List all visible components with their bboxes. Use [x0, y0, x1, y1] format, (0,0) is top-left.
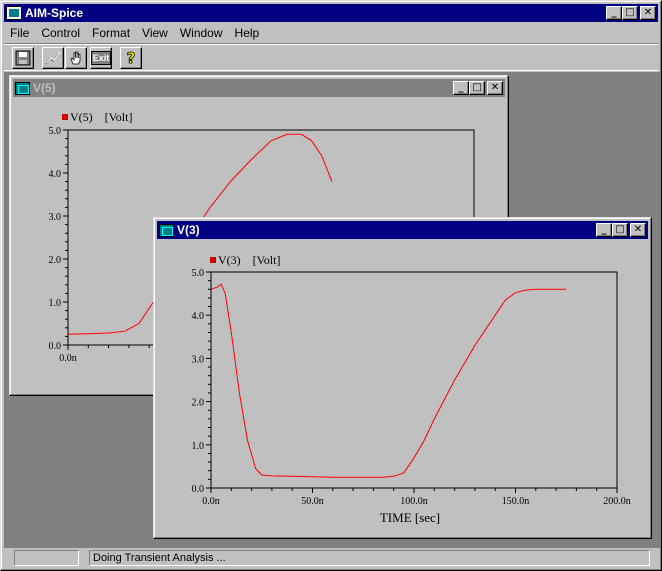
plot-window-icon[interactable]: [15, 81, 30, 95]
plot-window-v5-titlebar[interactable]: V(5) _ □ ✕: [13, 79, 505, 97]
minimize-icon: _: [611, 7, 617, 18]
hand-icon: [70, 51, 81, 65]
maximize-icon: □: [615, 224, 625, 235]
menu-file[interactable]: File: [4, 26, 35, 40]
close-icon: ✕: [490, 82, 500, 93]
status-panel-left: [14, 550, 79, 566]
x-tick-label: 50.0n: [301, 496, 324, 507]
maximize-button[interactable]: □: [469, 81, 485, 95]
y-tick-label: 5.0: [192, 268, 205, 279]
legend-swatch: [210, 257, 216, 263]
menu-help[interactable]: Help: [229, 26, 266, 40]
legend-label: V(3) [Volt]: [218, 253, 280, 267]
x-tick-label: 100.0n: [400, 496, 428, 507]
mdi-workspace: V(5) _ □ ✕ V(5) [Volt] 0.0 1.0 2.0 3.0 4.0 5.…: [4, 72, 660, 548]
aim-spice-app-icon[interactable]: [6, 6, 22, 20]
help-button[interactable]: ?: [120, 47, 142, 69]
plot-window-v3[interactable]: V(3) _ □ ✕ V(3) [Volt] 0.0 1.0 2.0 3.0 4.0 5.…: [153, 217, 652, 539]
y-tick-label: 2.0: [49, 255, 62, 266]
help-icon: ?: [126, 49, 136, 68]
menu-control[interactable]: Control: [35, 26, 86, 40]
exit-icon: Exit: [90, 51, 112, 65]
status-message: Doing Transient Analysis ...: [89, 550, 650, 566]
x-tick-label: 200.0n: [603, 496, 631, 507]
status-bar: Doing Transient Analysis ...: [4, 549, 658, 568]
y-tick-label: 0.0: [49, 341, 62, 352]
close-icon: ✕: [633, 224, 643, 235]
series-line-v3: [210, 283, 567, 478]
minimize-button[interactable]: _: [596, 223, 612, 237]
x-tick-label: 0.0n: [59, 353, 77, 364]
plot-window-v3-titlebar[interactable]: V(3) _ □ ✕: [157, 221, 648, 239]
plot-window-title: V(3): [177, 223, 200, 237]
y-tick-label: 4.0: [192, 311, 205, 322]
x-axis-label: TIME [sec]: [380, 510, 440, 525]
close-icon: ✕: [643, 7, 653, 18]
maximize-button[interactable]: □: [622, 6, 638, 20]
save-icon: [15, 50, 31, 66]
menu-view[interactable]: View: [136, 26, 174, 40]
plot-frame: [210, 271, 618, 489]
plot-window-title: V(5): [33, 81, 56, 95]
menu-format[interactable]: Format: [86, 26, 136, 40]
y-tick-label: 2.0: [192, 398, 205, 409]
plot-button[interactable]: [42, 47, 64, 69]
pan-button[interactable]: [65, 47, 87, 69]
x-tick-label: 150.0n: [502, 496, 530, 507]
app-window: AIM-Spice _ □ ✕ File Control Format View…: [0, 0, 662, 571]
legend-swatch: [62, 114, 68, 120]
menu-window[interactable]: Window: [174, 26, 229, 40]
chart-v3[interactable]: V(3) [Volt] 0.0 1.0 2.0 3.0 4.0 5.0 0.0n 50.0n 1…: [157, 240, 650, 535]
y-tick-label: 3.0: [49, 212, 62, 223]
y-tick-label: 1.0: [192, 441, 205, 452]
maximize-icon: □: [625, 7, 635, 18]
exit-button[interactable]: Exit: [90, 47, 112, 69]
toolbar: Exit ?: [4, 43, 658, 71]
x-tick-label: 0.0n: [202, 496, 220, 507]
y-tick-label: 0.0: [192, 484, 205, 495]
app-titlebar[interactable]: AIM-Spice _ □ ✕: [4, 4, 658, 22]
app-title: AIM-Spice: [25, 6, 84, 20]
y-tick-label: 4.0: [49, 169, 62, 180]
save-button[interactable]: [12, 47, 34, 69]
close-button[interactable]: ✕: [640, 6, 656, 20]
plot-icon: [45, 51, 61, 65]
legend-label: V(5) [Volt]: [70, 110, 132, 124]
close-button[interactable]: ✕: [630, 223, 646, 237]
minimize-button[interactable]: _: [453, 81, 469, 95]
minimize-icon: _: [601, 224, 607, 235]
y-tick-label: 1.0: [49, 298, 62, 309]
minimize-icon: _: [458, 82, 464, 93]
maximize-button[interactable]: □: [612, 223, 628, 237]
close-button[interactable]: ✕: [487, 81, 503, 95]
plot-window-icon[interactable]: [159, 223, 174, 237]
menu-bar: File Control Format View Window Help: [4, 23, 265, 42]
maximize-icon: □: [472, 82, 482, 93]
y-tick-label: 5.0: [49, 126, 62, 137]
y-tick-label: 3.0: [192, 354, 205, 365]
minimize-button[interactable]: _: [606, 6, 622, 20]
